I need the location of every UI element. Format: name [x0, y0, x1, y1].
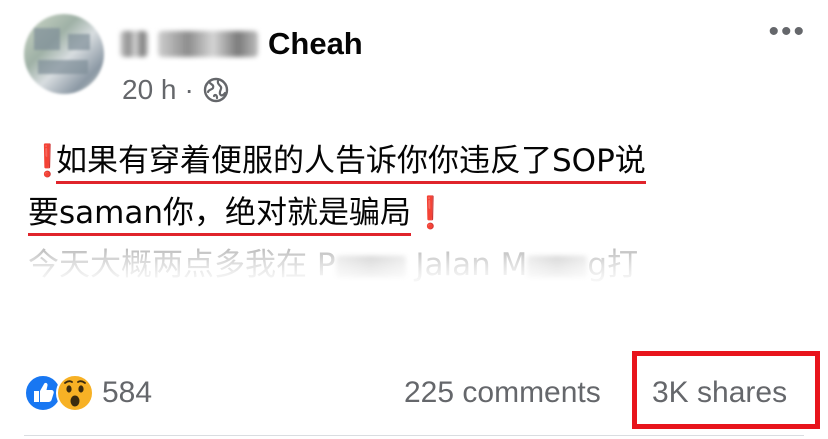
comments-count[interactable]: 225 comments	[404, 371, 601, 415]
author-avatar[interactable]	[24, 14, 104, 94]
shares-count[interactable]: 3K shares	[652, 371, 787, 415]
meta-separator: ·	[184, 74, 194, 105]
reaction-count: 584	[102, 376, 153, 409]
post-text-line-2: 要saman你，绝对就是骗局❗	[28, 187, 808, 239]
blurred-name-part	[158, 31, 258, 57]
blurred-word	[527, 255, 588, 278]
exclamation-icon: ❗	[28, 143, 67, 179]
facebook-post: Cheah 20 h · ••• ❗如果有穿着便服的人告诉你你违反了SOP说 要…	[0, 0, 828, 439]
exclamation-icon: ❗	[411, 195, 450, 231]
blurred-name-part	[120, 31, 148, 57]
post-text: ❗如果有穿着便服的人告诉你你违反了SOP说 要saman你，绝对就是骗局❗ 今天…	[28, 135, 808, 291]
post-time[interactable]: 20 h	[122, 74, 177, 106]
blurred-word	[335, 255, 406, 278]
post-text-line-3: 今天大概两点多我在 P Jalan Mg打	[28, 247, 639, 283]
author-name[interactable]: Cheah	[120, 22, 363, 66]
more-options-icon[interactable]: •••	[768, 17, 806, 47]
author-visible-name[interactable]: Cheah	[268, 26, 363, 62]
post-text-line-1: ❗如果有穿着便服的人告诉你你违反了SOP说	[28, 135, 808, 187]
underlined-text: 要saman你，绝对就是骗局	[28, 195, 411, 236]
globe-icon	[203, 77, 229, 103]
underlined-text: 如果有穿着便服的人告诉你你违反了SOP说	[56, 143, 646, 184]
post-meta: 20 h ·	[122, 74, 230, 106]
wow-icon	[56, 374, 94, 412]
divider	[24, 435, 804, 436]
reactions-summary[interactable]: 584	[24, 371, 152, 415]
